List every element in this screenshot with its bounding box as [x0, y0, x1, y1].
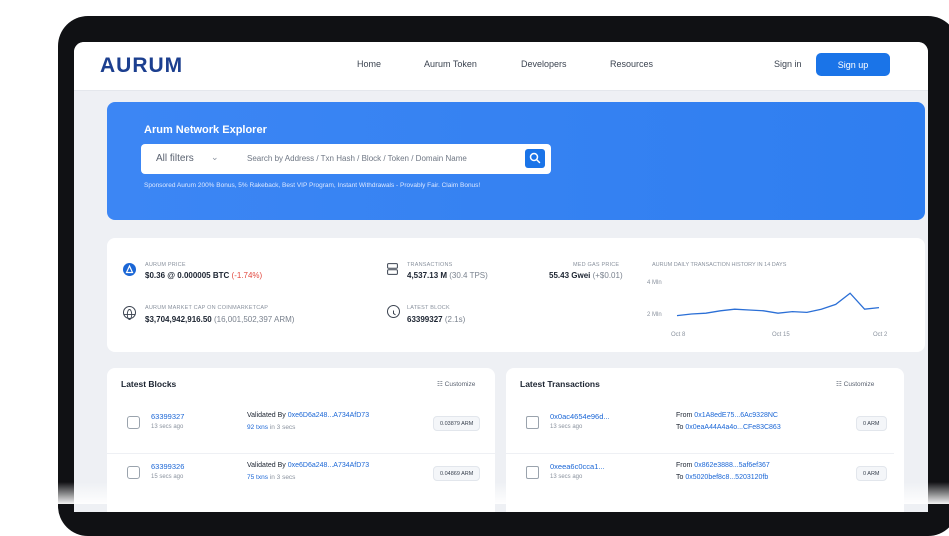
latest-block-value[interactable]: 63399327 (2.1s) [407, 315, 465, 324]
aurum-price-label: AURUM PRICE [145, 262, 186, 268]
clock-icon [387, 305, 400, 318]
chevron-down-icon[interactable]: ⌄ [211, 152, 219, 163]
block-row: 63399327 13 secs ago Validated By 0xe6D6… [107, 406, 495, 446]
block-validator: Validated By 0xe6D6a248...A734AfD73 [247, 462, 370, 469]
tx-to: To 0x0eaA44A4a4o...CFe83C863 [676, 424, 781, 431]
block-age: 15 secs ago [151, 474, 184, 480]
hero-banner: Arum Network Explorer All filters ⌄ Sear… [107, 102, 925, 220]
transactions-label: TRANSACTIONS [407, 262, 453, 268]
txns-link[interactable]: 75 txns [247, 474, 268, 481]
tx-to: To 0x5020bef8c8...5203120fb [676, 474, 769, 481]
from-address-link[interactable]: 0x862e3888...5af6ef367 [694, 462, 770, 469]
aurum-price-value: $0.36 @ 0.000005 BTC (-1.74%) [145, 271, 263, 280]
transaction-row: 0x0ac4654e96d... 13 secs ago From 0x1A8e… [506, 406, 894, 446]
customize-blocks-button[interactable]: ☷ Customize [437, 380, 475, 388]
tx-from: From 0x1A8edE75...6Ac9328NC [676, 412, 778, 419]
customize-transactions-button[interactable]: ☷ Customize [836, 380, 874, 388]
latest-block-label: LATEST BLOCK [407, 305, 450, 311]
globe-icon [123, 306, 136, 320]
validator-link[interactable]: 0xe6D6a248...A734AfD73 [288, 462, 369, 469]
search-button[interactable] [525, 149, 545, 168]
sign-in-link[interactable]: Sign in [774, 59, 802, 69]
aurum-logo[interactable]: AURUM [100, 54, 183, 78]
hero-title: Arum Network Explorer [144, 124, 267, 136]
search-input[interactable]: Search by Address / Txn Hash / Block / T… [247, 154, 467, 163]
tx-age: 13 secs ago [550, 474, 583, 480]
latest-transactions-title: Latest Transactions [520, 379, 600, 389]
nav-home[interactable]: Home [357, 59, 381, 69]
tx-hash-link[interactable]: 0xeea6c0cca1... [550, 462, 605, 471]
validator-link[interactable]: 0xe6D6a248...A734AfD73 [288, 412, 369, 419]
block-cube-icon [127, 416, 140, 429]
transactions-value[interactable]: 4,537.13 M (30.4 TPS) [407, 271, 488, 280]
tx-from: From 0x862e3888...5af6ef367 [676, 462, 770, 469]
stats-panel: AURUM PRICE $0.36 @ 0.000005 BTC (-1.74%… [107, 238, 925, 352]
block-validator: Validated By 0xe6D6a248...A734AfD73 [247, 412, 370, 419]
top-navbar: AURUM Home Aurum Token Developers Resour… [74, 42, 928, 91]
nav-aurum-token[interactable]: Aurum Token [424, 59, 477, 69]
document-icon [526, 416, 539, 429]
block-number-link[interactable]: 63399327 [151, 412, 184, 421]
x-tick-label: Oct 8 [671, 332, 686, 338]
sign-up-button[interactable]: Sign up [816, 53, 890, 76]
tx-amount-badge: 0 ARM [856, 466, 887, 481]
sponsored-text[interactable]: Sponsored Aurum 200% Bonus, 5% Rakeback,… [144, 182, 480, 189]
tx-hash-link[interactable]: 0x0ac4654e96d... [550, 412, 610, 421]
block-txns: 75 txns in 3 secs [247, 474, 296, 481]
med-gas-label: MED GAS PRICE [573, 262, 620, 268]
search-icon [529, 152, 541, 164]
nav-resources[interactable]: Resources [610, 59, 653, 69]
to-address-link[interactable]: 0x0eaA44A4a4o...CFe83C863 [685, 424, 780, 431]
y-tick-label: 2 Mln [647, 312, 662, 318]
to-address-link[interactable]: 0x5020bef8c8...5203120fb [685, 474, 768, 481]
bottom-fade [0, 482, 949, 504]
block-reward-badge: 0.03879 ARM [433, 416, 481, 431]
aurum-coin-icon [123, 263, 136, 276]
document-icon [526, 466, 539, 479]
block-number-link[interactable]: 63399326 [151, 462, 184, 471]
x-tick-label: Oct 22 [873, 332, 887, 338]
block-age: 13 secs ago [151, 424, 184, 430]
transaction-history-chart: 2 Mln 4 Mln Oct 8 Oct 15 Oct 22 [647, 280, 887, 338]
y-tick-label: 4 Mln [647, 280, 662, 286]
market-cap-value: $3,704,942,916.50 (16,001,502,397 ARM) [145, 315, 295, 324]
market-cap-label: AURUM MARKET CAP ON COINMARKETCAP [145, 305, 269, 311]
latest-blocks-title: Latest Blocks [121, 379, 177, 389]
from-address-link[interactable]: 0x1A8edE75...6Ac9328NC [694, 412, 778, 419]
explorer-screen: AURUM Home Aurum Token Developers Resour… [74, 42, 928, 512]
tx-age: 13 secs ago [550, 424, 583, 430]
block-txns: 92 txns in 3 secs [247, 424, 296, 431]
x-tick-label: Oct 15 [772, 332, 790, 338]
block-reward-badge: 0.04869 ARM [433, 466, 481, 481]
chart-title: AURUM DAILY TRANSACTION HISTORY IN 14 DA… [652, 262, 787, 268]
server-icon [387, 262, 398, 275]
tx-amount-badge: 0 ARM [856, 416, 887, 431]
block-cube-icon [127, 466, 140, 479]
search-bar: All filters ⌄ Search by Address / Txn Ha… [141, 144, 551, 174]
nav-developers[interactable]: Developers [521, 59, 567, 69]
med-gas-value: 55.43 Gwei (+$0.01) [549, 271, 623, 280]
txns-link[interactable]: 92 txns [247, 424, 268, 431]
filter-dropdown[interactable]: All filters [156, 153, 194, 164]
series-line [676, 292, 880, 317]
